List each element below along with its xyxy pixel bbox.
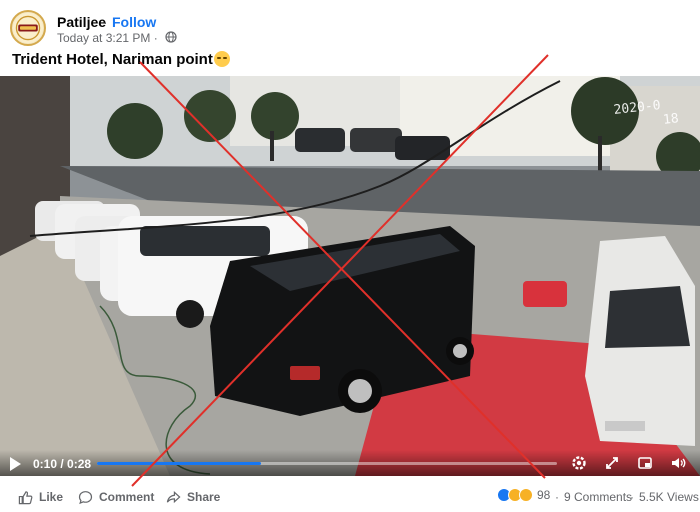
post-footer: Like Comment Share 98 · 9 Comments · 5.5… [0, 480, 700, 512]
flushed-face-icon [213, 51, 230, 67]
like-button[interactable]: Like [18, 488, 63, 506]
video-progress-bar[interactable] [97, 462, 557, 465]
separator-dot: · [103, 14, 108, 30]
comment-label: Comment [99, 490, 155, 504]
cctv-video-frame [0, 76, 700, 476]
post-caption: Trident Hotel, Nariman point [12, 51, 230, 68]
comment-count[interactable]: 9 Comments [564, 490, 632, 504]
fullscreen-icon[interactable] [604, 455, 620, 471]
caption-text: Trident Hotel, Nariman point [12, 51, 213, 68]
wow-reaction-icon [519, 488, 533, 502]
reaction-count: 98 [537, 488, 551, 502]
facebook-post: Patiljee · Follow Today at 3:21 PM · Tri… [0, 0, 700, 512]
post-timestamp[interactable]: Today at 3:21 PM · [57, 31, 158, 45]
comment-icon [78, 490, 93, 504]
reaction-summary[interactable]: 98 [497, 488, 550, 502]
view-count: 5.5K Views [639, 490, 699, 504]
share-icon [166, 490, 181, 503]
stats-separator: · [555, 490, 559, 504]
comment-button[interactable]: Comment [78, 488, 154, 506]
post-header: Patiljee · Follow Today at 3:21 PM · [0, 0, 700, 48]
watermark-tail: 18 [662, 111, 680, 128]
pip-icon[interactable] [637, 455, 653, 471]
video-player[interactable]: 2020-0 18 0:10 / 0:28 [0, 76, 700, 476]
share-button[interactable]: Share [166, 488, 220, 506]
page-avatar[interactable] [10, 10, 46, 46]
video-time: 0:10 / 0:28 [33, 457, 92, 471]
video-progress-fill [97, 462, 262, 465]
page-name[interactable]: Patiljee [57, 14, 106, 30]
video-controls: 0:10 / 0:28 [0, 450, 700, 476]
like-label: Like [39, 490, 64, 504]
follow-button[interactable]: Follow [112, 14, 156, 30]
volume-icon[interactable] [670, 455, 686, 471]
share-label: Share [187, 490, 221, 504]
play-icon[interactable] [10, 457, 21, 471]
globe-icon [165, 31, 177, 43]
stats-separator-2: · [630, 490, 634, 504]
thumbs-up-icon [18, 490, 33, 504]
settings-icon[interactable] [571, 455, 587, 471]
